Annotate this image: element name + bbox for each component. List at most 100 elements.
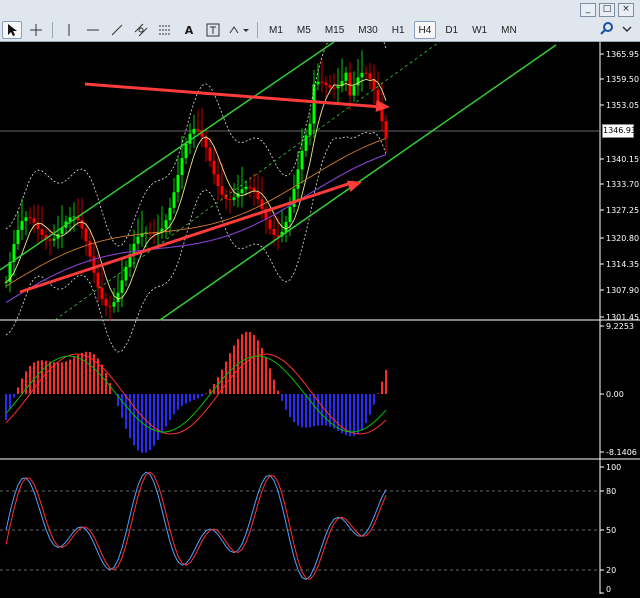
current-price-tag: 1346.93 (602, 124, 634, 138)
candle-body (209, 148, 212, 161)
macd-bar (65, 361, 67, 394)
candle-body (321, 82, 324, 83)
candle-body (365, 73, 368, 74)
macd-bar (157, 394, 159, 440)
candle-body (329, 85, 332, 87)
candle-body (301, 151, 304, 169)
cursor-icon (6, 23, 18, 37)
candle-body (357, 77, 360, 85)
macd-bar (121, 394, 123, 418)
search-button[interactable] (598, 20, 616, 38)
macd-bar (253, 335, 255, 394)
candle-body (113, 302, 116, 307)
candle-body (349, 73, 352, 96)
candle-body (369, 73, 372, 79)
horizontal-line-tool[interactable] (83, 21, 103, 39)
chart-canvas[interactable]: 1365.951359.501353.051340.151333.701327.… (0, 42, 640, 594)
macd-bar (161, 394, 163, 433)
macd-bar (229, 353, 231, 394)
candle-body (345, 73, 348, 81)
timeframe-mn[interactable]: MN (496, 21, 522, 39)
candle-body (229, 199, 232, 200)
text-label-tool[interactable] (203, 21, 223, 39)
toolbar-divider (257, 22, 258, 38)
macd-bar (61, 362, 63, 394)
macd-bar (13, 394, 15, 398)
trendline-tool[interactable] (107, 21, 127, 39)
chart-window[interactable]: 1365.951359.501353.051340.151333.701327.… (0, 42, 640, 594)
macd-bar (165, 394, 167, 427)
candle-body (185, 144, 188, 158)
macd-bar (173, 394, 175, 414)
channel-icon (134, 23, 148, 37)
maximize-button[interactable]: □ (599, 3, 615, 17)
candle-body (257, 192, 260, 200)
candle-body (153, 233, 156, 234)
search-icon (599, 21, 615, 37)
macd-bar (373, 394, 375, 405)
timeframe-d1[interactable]: D1 (440, 21, 463, 39)
arrows-tool[interactable] (227, 21, 251, 39)
macd-bar (377, 393, 379, 394)
price-label: 1365.95 (606, 50, 639, 59)
minimize-button[interactable]: _ (580, 3, 596, 17)
fibonacci-tool[interactable] (155, 21, 175, 39)
macd-label: 9.2253 (606, 322, 634, 331)
macd-bar (381, 382, 383, 394)
text-tool[interactable]: A (179, 21, 199, 39)
horizontal-line-icon (86, 23, 100, 37)
timeframe-m1[interactable]: M1 (264, 21, 288, 39)
candle-body (241, 189, 244, 193)
price-label: 1314.35 (606, 260, 639, 269)
price-label: 1320.80 (606, 234, 639, 243)
macd-bar (125, 394, 127, 429)
candle-body (273, 229, 276, 235)
candle-body (269, 220, 272, 229)
vertical-line-tool[interactable] (59, 21, 79, 39)
timeframe-h1[interactable]: H1 (387, 21, 410, 39)
candle-body (289, 207, 292, 222)
candle-body (233, 197, 236, 199)
macd-bar (185, 394, 187, 403)
chevron-down-icon (621, 23, 633, 35)
macd-bar (145, 394, 147, 453)
macd-bar (297, 394, 299, 426)
macd-bar (249, 332, 251, 394)
trendline-icon (110, 23, 124, 37)
candle-body (81, 220, 84, 228)
candle-body (337, 86, 340, 88)
timeframe-m30[interactable]: M30 (353, 21, 382, 39)
macd-bar (305, 394, 307, 428)
candle-body (137, 237, 140, 244)
expand-button[interactable] (618, 20, 636, 38)
timeframe-w1[interactable]: W1 (467, 21, 492, 39)
macd-bar (149, 394, 151, 450)
candle-body (25, 217, 28, 221)
candle-body (189, 134, 192, 144)
tool-row: A M1M5M15M30 H1H4D1W1MN (0, 19, 640, 41)
macd-bar (153, 394, 155, 446)
stoch-label: 0 (606, 585, 611, 594)
candle-body (165, 220, 168, 228)
timeframe-m15[interactable]: M15 (320, 21, 349, 39)
macd-bar (53, 362, 55, 394)
channel-tool[interactable] (131, 21, 151, 39)
cursor-tool[interactable] (2, 21, 22, 39)
crosshair-tool[interactable] (26, 21, 46, 39)
macd-bar (313, 394, 315, 426)
candle-body (385, 121, 388, 138)
macd-bar (289, 394, 291, 417)
timeframe-h4[interactable]: H4 (414, 21, 437, 39)
crosshair-icon (29, 23, 43, 37)
candle-body (85, 229, 88, 242)
close-button[interactable]: × (618, 3, 634, 17)
candle-body (205, 137, 208, 148)
macd-bar (189, 394, 191, 402)
macd-bar (357, 394, 359, 434)
macd-bar (265, 358, 267, 394)
macd-bar (137, 394, 139, 450)
stoch-label: 50 (606, 526, 616, 535)
timeframe-m5[interactable]: M5 (292, 21, 316, 39)
candle-body (353, 85, 356, 95)
price-label: 1359.50 (606, 75, 639, 84)
